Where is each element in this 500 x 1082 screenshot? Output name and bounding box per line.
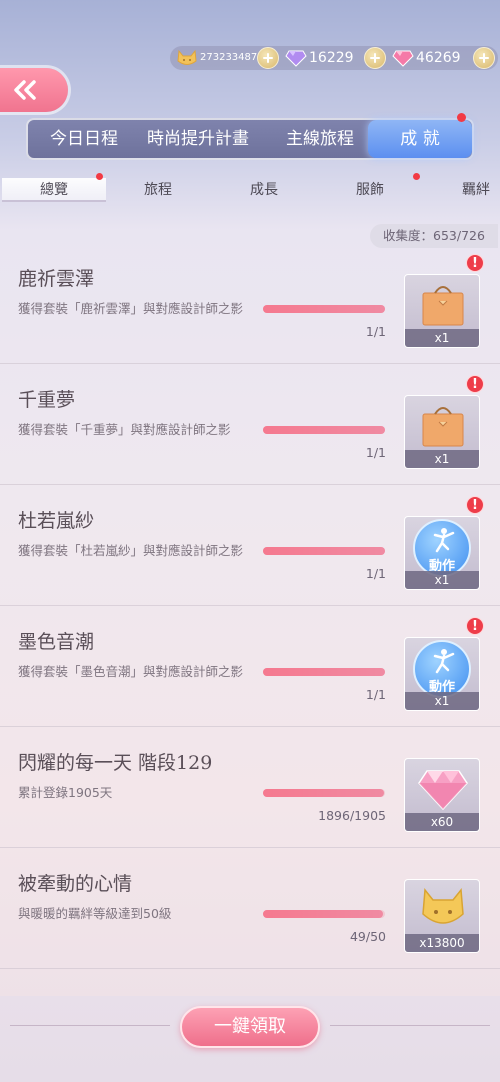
subtab-journey[interactable]: 旅程 bbox=[108, 178, 208, 202]
claim-all-button[interactable]: 一鍵領取 bbox=[180, 1006, 320, 1048]
add-diamonds-button[interactable] bbox=[364, 47, 386, 69]
achievement-row: 鹿祈雲澤 獲得套裝「鹿祈雲澤」與對應設計師之影 1/1 x1 ! bbox=[0, 244, 500, 364]
sub-tabs: 總覽 旅程 成長 服飾 羈絆 bbox=[0, 178, 500, 202]
achievement-title: 鹿祈雲澤 bbox=[18, 268, 95, 290]
progress-fill bbox=[263, 668, 385, 676]
progress-fill bbox=[263, 789, 385, 797]
achievement-desc: 獲得套裝「千重夢」與對應設計師之影 bbox=[18, 422, 231, 437]
achievement-title: 千重夢 bbox=[18, 389, 76, 411]
gift-bag-icon bbox=[422, 286, 464, 326]
progress-fill bbox=[263, 305, 385, 313]
achievement-row: 閃耀的每一天 階段129 累計登錄1905天 1896/1905 x60 bbox=[0, 728, 500, 848]
main-tabs: 今日日程 時尚提升計畫 主線旅程 成 就 bbox=[26, 118, 474, 160]
action-icon: 動作 bbox=[413, 640, 471, 698]
achievement-title: 墨色音潮 bbox=[18, 631, 95, 653]
progress-bar bbox=[263, 426, 385, 434]
reward-item[interactable]: x60 bbox=[404, 758, 480, 832]
cat-coin-icon bbox=[422, 888, 464, 924]
progress-text: 49/50 bbox=[349, 929, 386, 944]
progress-fill bbox=[263, 426, 385, 434]
progress-bar bbox=[263, 305, 385, 313]
achievement-desc: 獲得套裝「鹿祈雲澤」與對應設計師之影 bbox=[18, 301, 244, 316]
reward-quantity: x1 bbox=[405, 329, 479, 347]
achievement-desc: 獲得套裝「杜若嵐紗」與對應設計師之影 bbox=[18, 543, 244, 558]
reward-quantity: x1 bbox=[405, 450, 479, 468]
achievement-title: 杜若嵐紗 bbox=[18, 510, 95, 532]
exclamation-icon: ! bbox=[466, 254, 484, 272]
reward-item[interactable]: 動作 x1 bbox=[404, 637, 480, 711]
back-button[interactable] bbox=[0, 68, 68, 112]
pink-diamond-count: 46269 bbox=[416, 50, 461, 66]
dancer-icon bbox=[433, 649, 455, 674]
double-chevron-left-icon bbox=[14, 80, 36, 100]
progress-bar bbox=[263, 547, 385, 555]
reward-quantity: x1 bbox=[405, 692, 479, 710]
achievement-row: 墨色音潮 獲得套裝「墨色音潮」與對應設計師之影 1/1 動作 x1 ! bbox=[0, 607, 500, 727]
achievement-row: 被牽動的心情 與暖暖的羈絆等級達到50級 49/50 x13800 bbox=[0, 849, 500, 969]
notification-dot bbox=[457, 113, 466, 122]
progress-bar bbox=[263, 668, 385, 676]
cat-coin-icon bbox=[177, 49, 197, 65]
progress-text: 1/1 bbox=[365, 445, 386, 460]
subtab-growth[interactable]: 成長 bbox=[214, 178, 314, 202]
progress-bar bbox=[263, 789, 385, 797]
progress-text: 1896/1905 bbox=[318, 808, 386, 823]
tab-daily-schedule[interactable]: 今日日程 bbox=[36, 120, 132, 158]
diamond-icon bbox=[285, 50, 307, 67]
progress-bar bbox=[263, 910, 385, 918]
diamond-count: 16229 bbox=[309, 50, 354, 66]
achievement-row: 杜若嵐紗 獲得套裝「杜若嵐紗」與對應設計師之影 1/1 動作 x1 ! bbox=[0, 486, 500, 606]
gift-bag-icon bbox=[422, 407, 464, 447]
exclamation-icon: ! bbox=[466, 496, 484, 514]
exclamation-icon: ! bbox=[466, 617, 484, 635]
pink-diamond-icon bbox=[418, 770, 468, 811]
reward-quantity: x60 bbox=[405, 813, 479, 831]
achievement-desc: 累計登錄1905天 bbox=[18, 785, 113, 800]
reward-item[interactable]: 動作 x1 bbox=[404, 516, 480, 590]
achievement-desc: 獲得套裝「墨色音潮」與對應設計師之影 bbox=[18, 664, 244, 679]
dancer-icon bbox=[433, 528, 455, 553]
progress-text: 1/1 bbox=[365, 324, 386, 339]
cat-coin-count: 273233487 bbox=[200, 52, 258, 63]
reward-quantity: x1 bbox=[405, 571, 479, 589]
reward-item[interactable]: x13800 bbox=[404, 879, 480, 953]
reward-item[interactable]: x1 bbox=[404, 395, 480, 469]
progress-fill bbox=[263, 547, 385, 555]
achievement-desc: 與暖暖的羈絆等級達到50級 bbox=[18, 906, 172, 921]
reward-quantity: x13800 bbox=[405, 934, 479, 952]
action-icon: 動作 bbox=[413, 519, 471, 577]
pink-diamond-icon bbox=[392, 50, 414, 67]
subtab-overview[interactable]: 總覽 bbox=[2, 178, 106, 202]
progress-text: 1/1 bbox=[365, 566, 386, 581]
tab-achievements[interactable]: 成 就 bbox=[368, 120, 472, 158]
notification-dot bbox=[413, 173, 420, 180]
reward-item[interactable]: x1 bbox=[404, 274, 480, 348]
tab-main-journey[interactable]: 主線旅程 bbox=[264, 120, 376, 158]
achievement-title: 被牽動的心情 bbox=[18, 873, 133, 895]
progress-fill bbox=[263, 910, 383, 918]
subtab-bond[interactable]: 羈絆 bbox=[426, 178, 500, 202]
tab-fashion-plan[interactable]: 時尚提升計畫 bbox=[136, 120, 260, 158]
achievement-title: 閃耀的每一天 階段129 bbox=[18, 752, 213, 774]
add-pink-diamonds-button[interactable] bbox=[473, 47, 495, 69]
divider bbox=[330, 1025, 490, 1026]
notification-dot bbox=[96, 173, 103, 180]
divider bbox=[10, 1025, 170, 1026]
achievement-row: 千重夢 獲得套裝「千重夢」與對應設計師之影 1/1 x1 ! bbox=[0, 365, 500, 485]
subtab-clothing[interactable]: 服飾 bbox=[320, 178, 420, 202]
add-cat-coins-button[interactable] bbox=[257, 47, 279, 69]
progress-text: 1/1 bbox=[365, 687, 386, 702]
exclamation-icon: ! bbox=[466, 375, 484, 393]
